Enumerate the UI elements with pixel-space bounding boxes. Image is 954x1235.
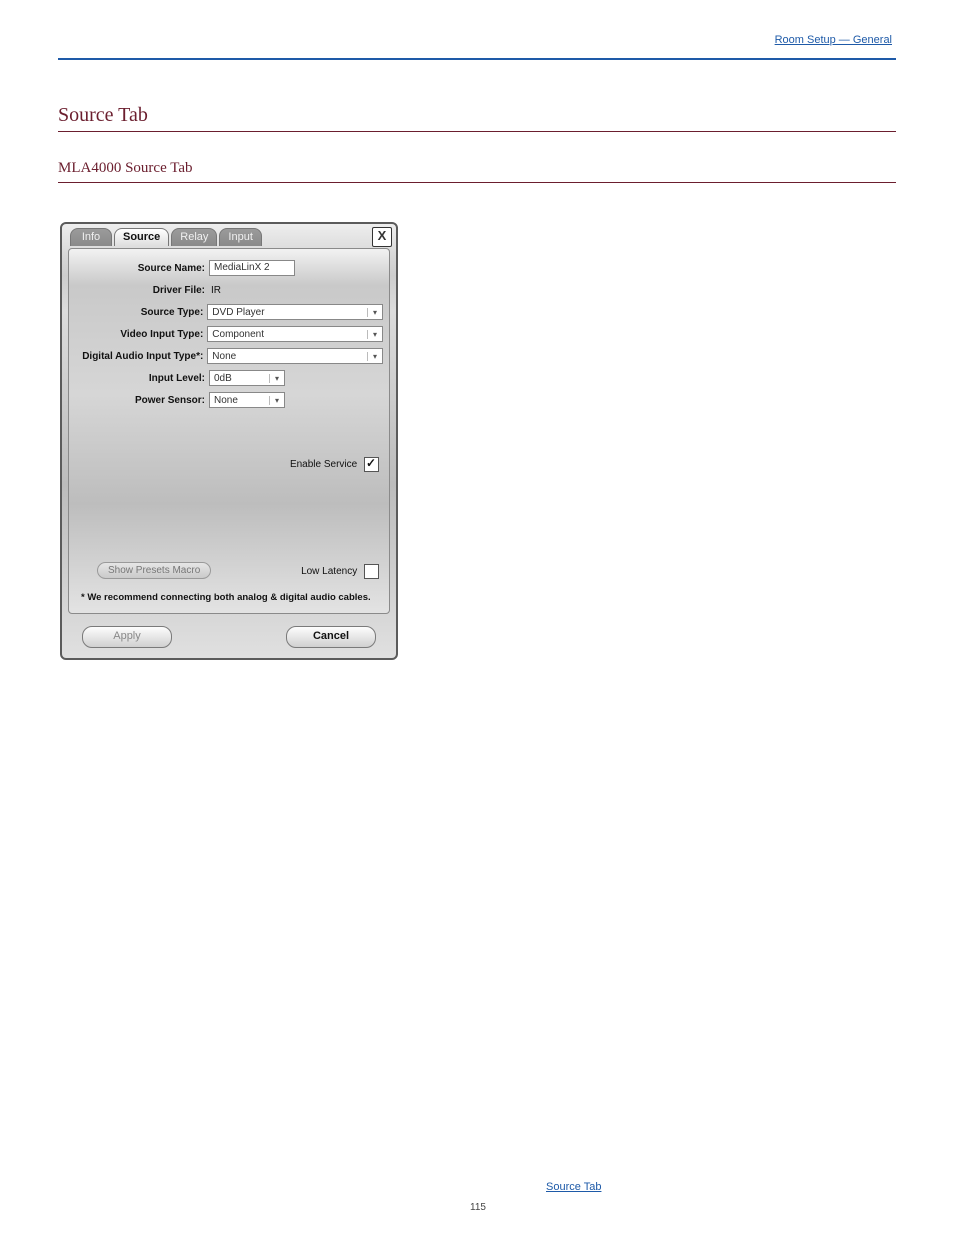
- dialog-body: Source Name: MediaLinX 2 Driver File: IR…: [68, 248, 390, 614]
- driver-file-value: IR: [209, 285, 221, 296]
- power-sensor-select[interactable]: None ▾: [209, 392, 285, 408]
- chevron-down-icon: ▾: [367, 308, 382, 317]
- source-type-value: DVD Player: [208, 307, 367, 318]
- digital-audio-value: None: [208, 351, 367, 362]
- subheading-rule: [58, 182, 896, 183]
- close-icon[interactable]: X: [372, 227, 392, 247]
- video-input-label: Video Input Type:: [75, 329, 207, 340]
- source-name-input[interactable]: MediaLinX 2: [209, 260, 295, 276]
- header-rule: [58, 58, 896, 60]
- chevron-down-icon: ▾: [269, 374, 284, 383]
- cancel-button[interactable]: Cancel: [286, 626, 376, 648]
- video-input-select[interactable]: Component ▾: [207, 326, 383, 342]
- section-subheading: MLA4000 Source Tab: [58, 160, 896, 177]
- show-presets-button[interactable]: Show Presets Macro: [97, 562, 211, 579]
- section-rule: [58, 131, 896, 132]
- enable-service-checkbox[interactable]: [364, 457, 379, 472]
- tab-input[interactable]: Input: [219, 228, 261, 246]
- driver-file-label: Driver File:: [75, 285, 209, 296]
- low-latency-label: Low Latency: [301, 566, 357, 577]
- input-level-value: 0dB: [210, 373, 269, 384]
- power-sensor-value: None: [210, 395, 269, 406]
- page-number: 115: [470, 1202, 486, 1213]
- source-dialog: Info Source Relay Input X Source Name: M…: [60, 222, 398, 660]
- input-level-select[interactable]: 0dB ▾: [209, 370, 285, 386]
- apply-button[interactable]: Apply: [82, 626, 172, 648]
- digital-audio-select[interactable]: None ▾: [207, 348, 383, 364]
- enable-service-label: Enable Service: [290, 459, 357, 470]
- tab-relay[interactable]: Relay: [171, 228, 217, 246]
- room-setup-link[interactable]: Room Setup — General: [775, 34, 892, 46]
- source-tab-link[interactable]: Source Tab: [546, 1181, 601, 1193]
- low-latency-row: Low Latency: [301, 564, 379, 579]
- tab-info[interactable]: Info: [70, 228, 112, 246]
- enable-service-row: Enable Service: [290, 457, 379, 472]
- video-input-value: Component: [208, 329, 367, 340]
- digital-audio-label: Digital Audio Input Type*:: [75, 351, 207, 362]
- section-heading: Source Tab: [58, 104, 896, 127]
- source-type-select[interactable]: DVD Player ▾: [207, 304, 383, 320]
- footnote-text: * We recommend connecting both analog & …: [81, 592, 371, 603]
- input-level-label: Input Level:: [75, 373, 209, 384]
- low-latency-checkbox[interactable]: [364, 564, 379, 579]
- source-type-label: Source Type:: [75, 307, 207, 318]
- chevron-down-icon: ▾: [367, 352, 382, 361]
- tab-row: Info Source Relay Input: [70, 228, 388, 250]
- tab-source[interactable]: Source: [114, 228, 169, 246]
- source-name-label: Source Name:: [75, 263, 209, 274]
- chevron-down-icon: ▾: [269, 396, 284, 405]
- chevron-down-icon: ▾: [367, 330, 382, 339]
- power-sensor-label: Power Sensor:: [75, 395, 209, 406]
